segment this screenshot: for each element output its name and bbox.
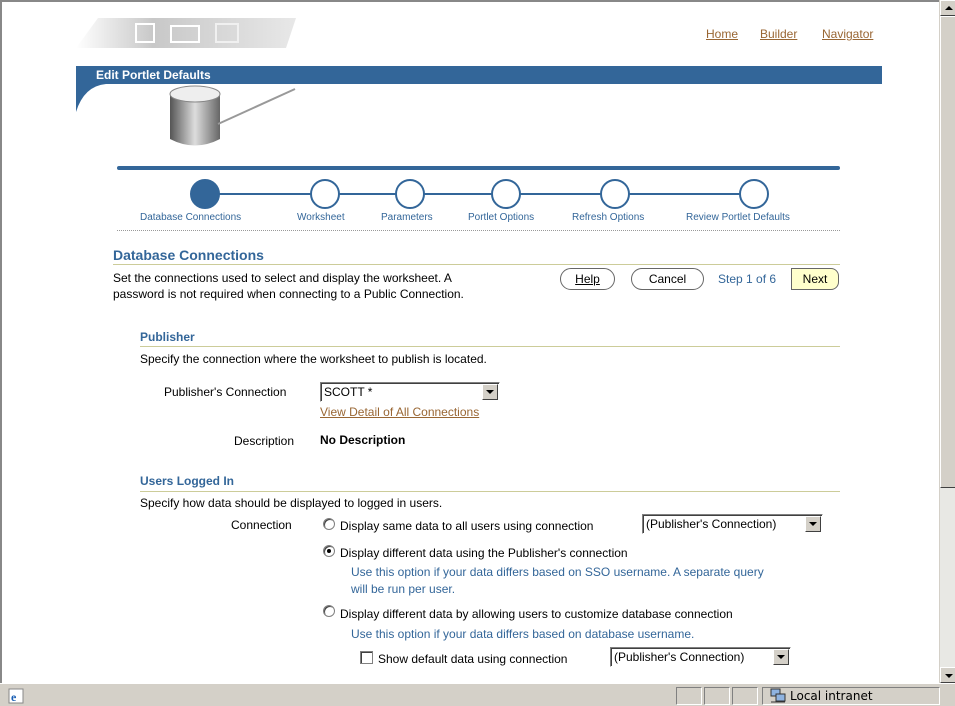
ie-page-icon: e [8,688,24,704]
train-stop-4 [491,179,521,209]
train-stop-3 [395,179,425,209]
next-button[interactable]: Next [791,268,839,290]
svg-text:e: e [11,690,17,704]
option-publisher-tip-1: Use this option if your data differs bas… [351,565,764,579]
users-instructions: Specify how data should be displayed to … [140,496,443,510]
same-data-connection-select[interactable]: (Publisher's Connection) [642,514,823,534]
step-train [190,179,769,209]
option-customize-connection-radio[interactable] [323,605,335,617]
view-detail-link[interactable]: View Detail of All Connections [320,405,479,419]
description-label: Description [234,434,295,448]
train-divider [117,230,840,231]
publisher-rule [140,346,840,347]
show-default-data-checkbox[interactable] [360,651,373,664]
train-step-parameters[interactable]: Parameters [381,212,433,223]
scroll-down-button[interactable] [940,667,955,683]
users-rule [140,491,840,492]
option-same-data-radio[interactable] [323,518,335,530]
status-bar: e Local intranet [0,683,955,706]
train-step-review[interactable]: Review Portlet Defaults [686,212,790,223]
option-customize-connection-label: Display different data by allowing users… [340,607,733,621]
option-publisher-tip-2: will be run per user. [351,582,456,596]
users-connection-label: Connection [231,518,292,532]
section-instructions-2: password is not required when connecting… [113,287,464,301]
publisher-heading: Publisher [140,330,195,344]
step-indicator: Step 1 of 6 [718,272,777,286]
cancel-button[interactable]: Cancel [631,268,704,290]
zone-label: Local intranet [790,689,873,703]
section-title: Database Connections [113,247,264,263]
description-value: No Description [320,433,406,447]
scroll-up-button[interactable] [940,0,955,16]
train-step-database-connections: Database Connections [140,212,242,223]
train-stop-1 [190,179,220,209]
chevron-down-icon[interactable] [773,649,789,665]
chevron-down-icon[interactable] [482,384,498,400]
train-stop-2 [310,179,340,209]
train-stop-6 [739,179,769,209]
publisher-connection-select[interactable]: SCOTT * [320,382,500,402]
train-step-refresh-options[interactable]: Refresh Options [572,212,644,223]
train-step-portlet-options[interactable]: Portlet Options [468,212,534,223]
status-cell-2 [704,687,730,705]
show-default-data-label: Show default data using connection [378,652,568,666]
show-default-data-select[interactable]: (Publisher's Connection) [610,647,791,667]
scroll-thumb[interactable] [940,16,955,488]
option-publisher-connection-label: Display different data using the Publish… [340,546,628,560]
section-instructions-1: Set the connections used to select and d… [113,271,452,285]
local-intranet-icon [770,688,786,703]
option-customize-tip: Use this option if your data differs bas… [351,627,695,641]
publisher-connection-label: Publisher's Connection [164,385,287,399]
publisher-instructions: Specify the connection where the workshe… [140,352,487,366]
chevron-down-icon[interactable] [805,516,821,532]
browser-viewport: Home Builder Navigator Edit Portlet Defa… [0,0,939,683]
status-cell-3 [732,687,758,705]
train-stop-5 [600,179,630,209]
section-rule [113,264,840,265]
status-cell-1 [676,687,702,705]
option-publisher-connection-radio[interactable] [323,545,335,557]
help-button[interactable]: Help [560,268,615,290]
users-heading: Users Logged In [140,474,235,488]
option-same-data-label: Display same data to all users using con… [340,519,594,533]
vertical-scrollbar[interactable] [939,0,955,683]
train-step-worksheet[interactable]: Worksheet [297,212,345,223]
